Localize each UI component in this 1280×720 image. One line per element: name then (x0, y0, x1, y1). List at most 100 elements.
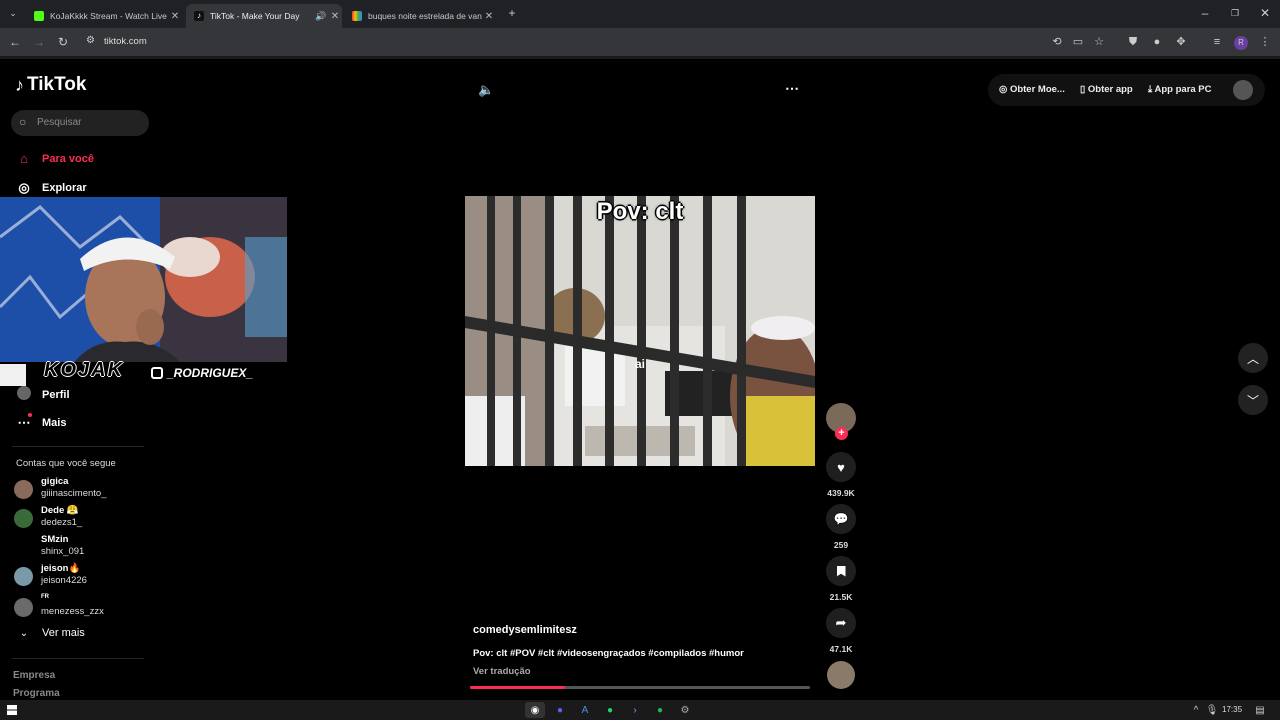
close-tab-icon[interactable]: ✕ (328, 11, 342, 22)
see-more-button[interactable]: ⌄ Ver mais (16, 627, 85, 639)
chevron-down-icon: ⌄ (19, 627, 29, 639)
get-app-label: Obter app (1087, 84, 1133, 95)
kick-favicon-icon (34, 11, 44, 21)
previous-video-button[interactable]: ︿ (1238, 343, 1268, 373)
video-progress-bar[interactable] (470, 686, 810, 689)
footer-link-company[interactable]: Empresa (13, 670, 55, 681)
extensions-puzzle-icon[interactable]: ✥ (1173, 34, 1189, 50)
follow-plus-icon[interactable]: + (835, 427, 848, 440)
profile-icon (16, 386, 32, 403)
settings-taskbar-icon[interactable]: ⚙ (675, 702, 695, 718)
terminal-taskbar-icon[interactable]: › (625, 702, 645, 718)
like-button[interactable]: ♥ (826, 452, 856, 482)
account-username: dedezs1_ (41, 517, 83, 528)
tab-title: TikTok - Make Your Day (210, 11, 300, 21)
video-frame-image (465, 196, 815, 466)
pc-app-button[interactable]: ⤓ App para PC (1148, 84, 1212, 95)
overlay-white-block (0, 364, 26, 386)
avatar (14, 567, 33, 586)
share-button[interactable]: ➦ (826, 608, 856, 638)
search-icon: ○ (19, 115, 27, 129)
app-a-taskbar-icon[interactable]: A (575, 702, 595, 718)
close-tab-icon[interactable]: ✕ (168, 11, 182, 22)
clock[interactable]: 17:35 (1222, 705, 1242, 714)
media-queue-icon[interactable]: ≡ (1209, 34, 1225, 50)
nav-label: Para você (42, 152, 94, 165)
music-disc-avatar[interactable] (827, 661, 855, 689)
nav-profile[interactable]: Perfil (16, 386, 70, 403)
shield-extension-icon[interactable]: ⛊ (1125, 34, 1141, 50)
new-tab-button[interactable]: + (503, 4, 521, 22)
windows-start-icon[interactable] (2, 702, 22, 718)
tiktok-note-icon: ♪ (15, 74, 24, 95)
logo-text: TikTok (27, 74, 87, 95)
browser-tab-tiktok[interactable]: ♪ TikTok - Make Your Day 🔊 ✕ (186, 4, 342, 28)
nav-more[interactable]: ⋯ Mais (16, 413, 66, 431)
account-username: jeison4226 (41, 575, 87, 586)
next-video-button[interactable]: ﹀ (1238, 385, 1268, 415)
compass-icon: ◎ (18, 180, 30, 195)
get-app-button[interactable]: ▯ Obter app (1080, 84, 1133, 95)
browser-toolbar: ← → ↻ ⚙ tiktok.com ⟲ ▭ ☆ ⛊ ● ✥ ≡ R ⋮ (0, 28, 1280, 56)
whatsapp-taskbar-icon[interactable]: ● (600, 702, 620, 718)
forward-button[interactable]: → (30, 33, 48, 51)
browser-menu-icon[interactable]: ⋮ (1257, 34, 1273, 50)
handle-text: _RODRIGUEX_ (167, 366, 254, 380)
close-tab-icon[interactable]: ✕ (482, 11, 496, 22)
video-player[interactable]: Pov: clt ai (465, 196, 815, 466)
see-more-label: Ver mais (42, 627, 85, 639)
avatar (14, 598, 33, 617)
extension-circle-icon[interactable]: ● (1149, 34, 1165, 50)
speaker-tab-icon[interactable]: 🔊 (314, 11, 328, 22)
spotify-taskbar-icon[interactable]: ● (650, 702, 670, 718)
see-translation-link[interactable]: Ver tradução (473, 666, 531, 677)
tab-search-button[interactable]: ⌄ (4, 4, 22, 22)
close-window-button[interactable]: ✕ (1256, 4, 1274, 22)
save-button[interactable] (826, 556, 856, 586)
comment-button[interactable]: 💬 (826, 504, 856, 534)
account-name: gigica (41, 476, 69, 487)
address-bar[interactable]: ⚙ tiktok.com (80, 32, 1130, 52)
chevron-down-icon: ﹀ (1246, 393, 1259, 408)
tab-title: buques noite estrelada de van (368, 11, 482, 21)
site-info-icon[interactable]: ⚙ (86, 35, 95, 46)
nav-explore[interactable]: ◎ Explorar (16, 180, 87, 196)
cast-icon[interactable]: ▭ (1070, 34, 1086, 50)
chrome-taskbar-icon[interactable]: ◉ (525, 702, 545, 718)
like-count: 439.9K (827, 488, 855, 498)
discord-taskbar-icon[interactable]: ● (550, 702, 570, 718)
toolbar-divider (0, 56, 1280, 59)
nav-for-you[interactable]: ⌂ Para você (16, 151, 94, 166)
account-name: FR (41, 594, 49, 600)
share-arrow-icon: ➦ (835, 615, 847, 630)
back-button[interactable]: ← (6, 33, 24, 51)
notifications-icon[interactable]: ▤ (1250, 702, 1270, 718)
pc-app-label: App para PC (1154, 84, 1212, 95)
tiktok-logo[interactable]: ♪ TikTok (15, 74, 86, 96)
tiktok-favicon-icon: ♪ (194, 11, 204, 21)
browser-tab-kojak[interactable]: KoJaKkkk Stream - Watch Live o ✕ (26, 4, 182, 28)
top-right-actions: ◎ Obter Moe... ▯ Obter app ⤓ App para PC (988, 74, 1265, 106)
browser-tab-bar: ⌄ KoJaKkkk Stream - Watch Live o ✕ ♪ Tik… (0, 0, 1280, 28)
microphone-icon[interactable]: 🎙 (1202, 702, 1222, 718)
bookmark-star-icon[interactable]: ☆ (1091, 34, 1107, 50)
profile-avatar-icon[interactable]: R (1233, 34, 1249, 50)
volume-icon[interactable]: 🔈 (478, 82, 494, 98)
video-author[interactable]: comedysemlimitesz (473, 624, 577, 636)
stream-handle: _RODRIGUEX_ (151, 366, 253, 380)
video-more-options-icon[interactable]: ⋯ (785, 80, 799, 97)
browser-tab-buques[interactable]: buques noite estrelada de van ✕ (344, 4, 496, 28)
minimize-window-button[interactable]: – (1196, 4, 1214, 22)
heart-icon: ♥ (837, 459, 845, 475)
save-count: 21.5K (829, 592, 853, 602)
stream-webcam-overlay: KOJAK _RODRIGUEX_ (0, 197, 287, 388)
restore-window-button[interactable]: ❐ (1226, 4, 1244, 22)
get-coins-button[interactable]: ◎ Obter Moe... (999, 84, 1065, 95)
footer-link-program[interactable]: Programa (13, 688, 60, 699)
search-input[interactable]: ○ Pesquisar (11, 110, 149, 136)
nav-label: Explorar (42, 182, 87, 194)
sidebar-divider (12, 446, 144, 447)
user-avatar[interactable] (1233, 80, 1253, 100)
reload-button[interactable]: ↻ (54, 33, 72, 51)
translate-icon[interactable]: ⟲ (1049, 34, 1065, 50)
